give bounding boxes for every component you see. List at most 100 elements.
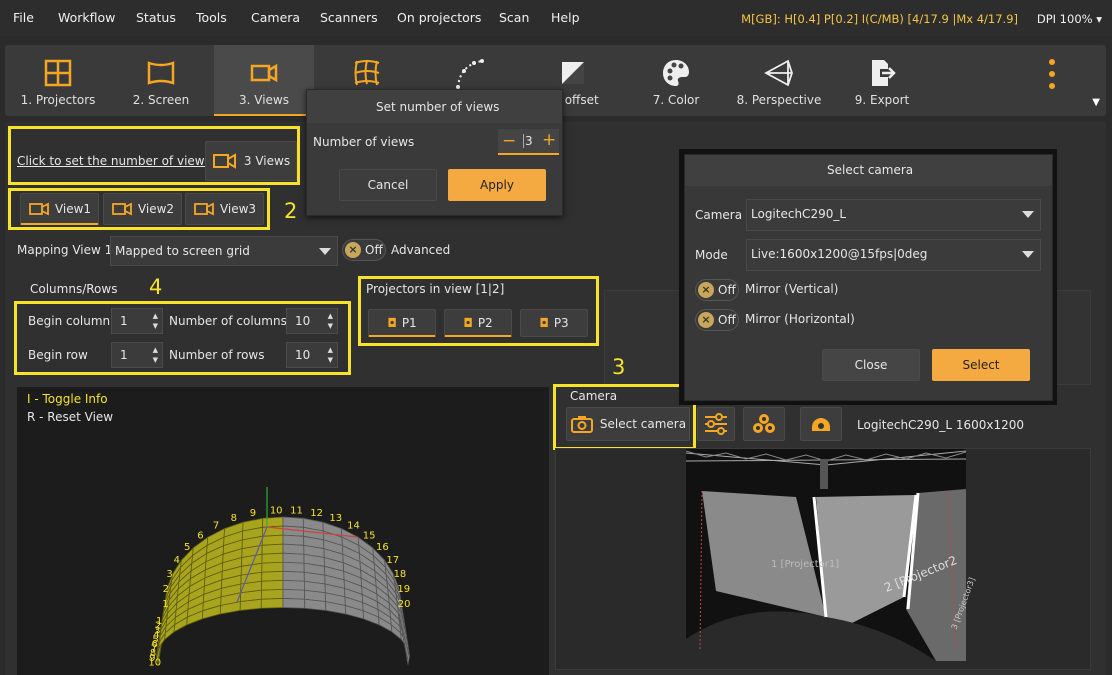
mesh-cell	[282, 534, 305, 546]
projector-icon: ◘	[463, 315, 473, 330]
mapping-dropdown[interactable]: Mapped to screen grid	[110, 236, 338, 266]
mirror-vertical-toggle[interactable]: × Off	[695, 279, 739, 301]
mesh-cell	[260, 588, 284, 600]
camera-settings-button[interactable]	[697, 407, 735, 441]
menu-on-projectors[interactable]: On projectors	[397, 10, 481, 25]
tab-views[interactable]: 3. Views	[214, 45, 314, 116]
tab-projectors[interactable]: 1. Projectors	[8, 45, 108, 116]
begin-row-spinbox[interactable]: 1 ▲ ▼	[111, 342, 163, 368]
tab-label: 2. Screen	[132, 93, 190, 107]
column-label: 11	[290, 505, 303, 516]
select-button[interactable]: Select	[932, 349, 1030, 381]
camera-dropdown[interactable]: LogitechC290_L	[746, 199, 1041, 231]
mode-dropdown[interactable]: Live:1600x1200@15fps|0deg	[746, 239, 1041, 271]
menu-file[interactable]: File	[13, 10, 34, 25]
projector-label: P3	[553, 316, 569, 330]
highlight-box-2	[8, 188, 270, 230]
projector-p2-button[interactable]: ◘ P2	[444, 309, 512, 337]
column-label: 3	[166, 569, 172, 580]
column-label: 5	[184, 542, 190, 553]
menu-workflow[interactable]: Workflow	[58, 10, 115, 25]
down-arrow-icon[interactable]: ▼	[328, 322, 333, 330]
columns-rows-title: Columns/Rows	[30, 282, 118, 296]
webcam-button[interactable]	[800, 407, 842, 441]
mirror-horizontal-toggle[interactable]: × Off	[695, 309, 739, 331]
mesh-cell	[261, 570, 284, 582]
close-button[interactable]: Close	[822, 349, 920, 381]
camera-effects-button[interactable]	[743, 407, 785, 441]
select-camera-dialog: Select camera Camera LogitechC290_L Mode…	[684, 154, 1053, 401]
column-label: 2	[163, 584, 169, 595]
up-arrow-icon[interactable]: ▲	[328, 346, 333, 354]
begin-column-spinbox[interactable]: 1 ▲ ▼	[111, 308, 163, 334]
column-label: 9	[250, 508, 256, 519]
screen-3d-viewport[interactable]: I - Toggle Info R - Reset View 123456789…	[17, 387, 549, 675]
memory-status: M[GB]: H[0.4] P[0.2] I(C/MB) [4/17.9 |Mx…	[741, 12, 1018, 26]
down-arrow-icon[interactable]: ▼	[153, 356, 158, 364]
camera-info: LogitechC290_L 1600x1200	[857, 418, 1025, 432]
plus-icon[interactable]: +	[542, 130, 556, 150]
column-label: 20	[398, 599, 411, 610]
apply-button[interactable]: Apply	[448, 169, 546, 201]
num-views-label: Number of views	[313, 135, 415, 149]
menu-scan[interactable]: Scan	[499, 10, 529, 25]
mesh-cell	[261, 561, 284, 573]
dpi-selector[interactable]: DPI 100% ▾	[1037, 12, 1102, 26]
export-icon	[872, 60, 896, 86]
camera-view[interactable]: 1 [Projector1] 2 [Projector2 3 [Projecto…	[555, 448, 1091, 670]
mesh-cell	[261, 534, 284, 546]
up-arrow-icon[interactable]: ▲	[328, 312, 333, 320]
palette-icon	[663, 60, 689, 86]
column-label: 13	[329, 513, 342, 524]
mesh-cell	[282, 588, 306, 600]
projector-p1-button[interactable]: ◘ P1	[368, 309, 436, 337]
num-rows-label: Number of rows	[169, 348, 265, 362]
begin-column-value: 1	[120, 314, 128, 328]
more-options-icon[interactable]	[1042, 57, 1062, 91]
projector-label: P2	[477, 315, 493, 330]
menu-status[interactable]: Status	[136, 10, 176, 25]
chevron-down-icon	[1022, 251, 1034, 258]
advanced-toggle[interactable]: × Off	[342, 239, 386, 261]
menu-help[interactable]: Help	[551, 10, 580, 25]
tab-screen[interactable]: 2. Screen	[111, 45, 211, 116]
up-arrow-icon[interactable]: ▲	[153, 346, 158, 354]
down-arrow-icon[interactable]: ▼	[328, 356, 333, 364]
select-label: Select	[962, 358, 1000, 372]
camera-photo-icon	[570, 416, 593, 433]
num-views-stepper[interactable]: − 3 +	[498, 129, 559, 155]
close-icon: ×	[698, 312, 714, 328]
column-label: 19	[397, 584, 410, 595]
mapping-view-label: Mapping View 1	[17, 243, 113, 257]
num-columns-value: 10	[295, 314, 311, 328]
mesh-cell	[304, 598, 327, 611]
down-arrow-icon[interactable]: ▼	[153, 322, 158, 330]
projector-icon: ◘	[539, 316, 549, 330]
tab-color[interactable]: 7. Color	[626, 45, 726, 116]
mesh-cell	[282, 552, 305, 564]
up-arrow-icon[interactable]: ▲	[153, 312, 158, 320]
dpi-value: DPI 100%	[1036, 12, 1093, 26]
tab-export[interactable]: 9. Export	[832, 45, 932, 116]
callout-4: 4	[149, 275, 163, 299]
screen-icon	[147, 61, 175, 85]
column-label: 8	[231, 513, 237, 524]
num-columns-spinbox[interactable]: 10 ▲ ▼	[286, 308, 338, 334]
close-icon: ×	[698, 282, 714, 298]
mode-value: Live:1600x1200@15fps|0deg	[751, 247, 928, 261]
menu-tools[interactable]: Tools	[196, 10, 227, 25]
minus-icon[interactable]: −	[502, 131, 516, 151]
sliders-icon	[705, 413, 727, 435]
num-views-value: 3	[523, 134, 533, 148]
projector-p3-button[interactable]: ◘ P3	[520, 309, 588, 337]
tab-perspective[interactable]: 8. Perspective	[729, 45, 829, 116]
column-label: 10	[270, 505, 283, 516]
tab-label: 1. Projectors	[20, 93, 96, 107]
chevron-down-icon[interactable]: ▼	[1092, 97, 1100, 108]
tab-label: 7. Color	[652, 93, 700, 107]
menu-scanners[interactable]: Scanners	[320, 10, 378, 25]
menu-camera[interactable]: Camera	[251, 10, 300, 25]
select-camera-button[interactable]: Select camera	[566, 407, 690, 441]
num-rows-spinbox[interactable]: 10 ▲ ▼	[286, 342, 338, 368]
cancel-button[interactable]: Cancel	[339, 169, 437, 201]
